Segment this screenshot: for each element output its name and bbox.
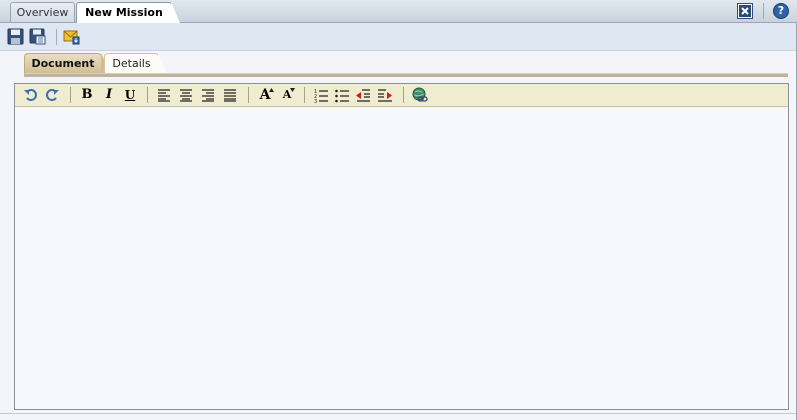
window-tab-strip: Overview New Mission ? <box>0 0 797 23</box>
insert-link-icon[interactable] <box>412 87 428 103</box>
align-right-icon[interactable] <box>200 87 216 103</box>
redo-icon[interactable] <box>44 87 60 103</box>
editor-divider <box>248 87 249 103</box>
align-center-icon[interactable] <box>178 87 194 103</box>
send-mail-icon[interactable] <box>63 28 80 45</box>
underline-button[interactable]: U <box>122 87 138 103</box>
tab-document[interactable]: Document <box>24 53 111 74</box>
close-icon <box>739 5 751 17</box>
rich-text-editor: B I U A A 1 2 3 <box>14 83 789 410</box>
tab-overview[interactable]: Overview <box>10 2 75 22</box>
editor-divider <box>70 87 71 103</box>
bold-button[interactable]: B <box>79 87 95 103</box>
arrow-down-icon <box>290 88 295 92</box>
editor-divider <box>403 87 404 103</box>
tab-new-mission[interactable]: New Mission <box>76 2 180 23</box>
tab-new-mission-label: New Mission <box>85 6 163 19</box>
close-button[interactable] <box>737 3 753 19</box>
undo-icon[interactable] <box>23 87 39 103</box>
indent-icon[interactable] <box>377 87 393 103</box>
bottom-border <box>0 413 797 414</box>
tab-details[interactable]: Details <box>104 53 167 74</box>
main-toolbar <box>0 23 797 51</box>
align-left-icon[interactable] <box>156 87 172 103</box>
bulleted-list-icon[interactable] <box>334 87 350 103</box>
editor-divider <box>147 87 148 103</box>
header-divider <box>763 3 764 19</box>
tab-underline <box>24 73 788 77</box>
help-icon: ? <box>777 4 785 17</box>
tab-document-label: Document <box>31 57 95 70</box>
tab-overview-label: Overview <box>16 6 69 19</box>
toolbar-divider <box>56 29 57 45</box>
svg-text:3: 3 <box>314 99 317 103</box>
italic-button[interactable]: I <box>101 87 117 103</box>
font-increase-button[interactable]: A <box>257 87 274 103</box>
editor-toolbar: B I U A A 1 2 3 <box>15 84 788 107</box>
font-decrease-button[interactable]: A <box>279 87 295 103</box>
help-button[interactable]: ? <box>773 3 789 19</box>
align-justify-icon[interactable] <box>222 87 238 103</box>
outdent-icon[interactable] <box>355 87 371 103</box>
save-icon[interactable] <box>7 28 24 45</box>
numbered-list-icon[interactable]: 1 2 3 <box>313 87 329 103</box>
arrow-up-icon <box>269 88 274 92</box>
tab-details-label: Details <box>112 57 151 70</box>
save-as-icon[interactable] <box>29 28 46 45</box>
editor-content-area[interactable] <box>15 107 788 409</box>
editor-divider <box>304 87 305 103</box>
